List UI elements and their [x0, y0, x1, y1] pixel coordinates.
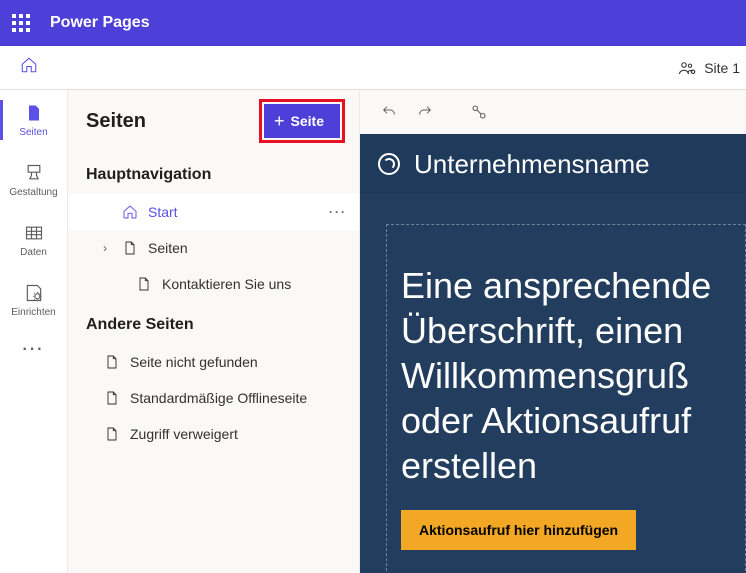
page-icon — [104, 426, 120, 442]
rail-item-data[interactable]: Daten — [0, 210, 67, 270]
tree-item-label: Start — [148, 204, 319, 220]
tree-item-label: Zugriff verweigert — [130, 426, 347, 442]
cta-button[interactable]: Aktionsaufruf hier hinzufügen — [401, 510, 636, 550]
tree-item-start[interactable]: › Start ··· — [68, 194, 359, 230]
site-preview[interactable]: Unternehmensname Eine ansprechende Übers… — [360, 134, 746, 573]
main-area: Seiten Gestaltung Daten Einrichten ··· S… — [0, 90, 746, 573]
section-main-nav: Hauptnavigation — [68, 152, 359, 194]
canvas-toolbar — [360, 90, 746, 134]
rail-label: Daten — [20, 247, 47, 258]
tree-item-denied[interactable]: Zugriff verweigert — [68, 416, 359, 452]
page-icon — [104, 354, 120, 370]
page-icon — [122, 240, 138, 256]
hero-editable-zone[interactable]: Eine ansprechende Überschrift, einen Wil… — [386, 224, 746, 573]
brush-icon — [24, 163, 44, 183]
tree-item-label: Seite nicht gefunden — [130, 354, 347, 370]
left-rail: Seiten Gestaltung Daten Einrichten ··· — [0, 90, 68, 573]
tree-item-label: Standardmäßige Offlineseite — [130, 390, 347, 406]
rail-item-setup[interactable]: Einrichten — [0, 270, 67, 330]
rail-label: Seiten — [19, 127, 47, 138]
tree-item-offline[interactable]: Standardmäßige Offlineseite — [68, 380, 359, 416]
product-name: Power Pages — [50, 14, 150, 32]
tree-item-contact[interactable]: › Kontaktieren Sie uns — [68, 266, 359, 302]
top-banner: Power Pages — [0, 0, 746, 46]
page-icon — [104, 390, 120, 406]
add-page-highlight: + Seite — [259, 99, 345, 143]
home-icon[interactable] — [20, 56, 38, 79]
redo-button[interactable] — [410, 97, 440, 127]
rail-more-button[interactable]: ··· — [0, 330, 67, 370]
canvas-area: Unternehmensname Eine ansprechende Übers… — [360, 90, 746, 573]
link-button[interactable] — [464, 97, 494, 127]
pages-panel-title: Seiten — [86, 110, 146, 133]
rail-item-pages[interactable]: Seiten — [0, 90, 67, 150]
add-page-button[interactable]: + Seite — [264, 104, 340, 138]
rail-item-styling[interactable]: Gestaltung — [0, 150, 67, 210]
tree-item-label: Kontaktieren Sie uns — [162, 276, 347, 292]
section-other-pages: Andere Seiten — [68, 302, 359, 344]
plus-icon: + — [274, 112, 285, 130]
page-icon — [136, 276, 152, 292]
site-switcher[interactable]: Site 1 — [678, 59, 740, 77]
rail-label: Einrichten — [11, 307, 55, 318]
company-name[interactable]: Unternehmensname — [414, 149, 650, 180]
site-label: Site 1 — [704, 60, 740, 76]
hero-section[interactable]: Eine ansprechende Überschrift, einen Wil… — [360, 194, 746, 573]
undo-icon — [381, 104, 397, 120]
hero-headline[interactable]: Eine ansprechende Überschrift, einen Wil… — [401, 263, 745, 488]
redo-icon — [417, 104, 433, 120]
page-icon — [24, 103, 44, 123]
more-icon[interactable]: ··· — [329, 205, 347, 219]
chevron-right-icon[interactable]: › — [98, 241, 112, 255]
pages-panel: Seiten + Seite Hauptnavigation › Start ·… — [68, 90, 360, 573]
tree-item-pages[interactable]: › Seiten — [68, 230, 359, 266]
tree-item-notfound[interactable]: Seite nicht gefunden — [68, 344, 359, 380]
gear-page-icon — [24, 283, 44, 303]
link-icon — [470, 103, 488, 121]
rail-label: Gestaltung — [9, 187, 57, 198]
home-icon — [122, 204, 138, 220]
undo-button[interactable] — [374, 97, 404, 127]
tree-item-label: Seiten — [148, 240, 347, 256]
add-page-label: Seite — [291, 113, 324, 129]
preview-header[interactable]: Unternehmensname — [360, 134, 746, 194]
app-launcher-icon[interactable] — [12, 14, 30, 32]
people-icon — [678, 59, 696, 77]
table-icon — [24, 223, 44, 243]
sub-header: Site 1 — [0, 46, 746, 90]
pages-panel-header: Seiten + Seite — [68, 90, 359, 152]
company-logo-icon — [378, 153, 400, 175]
